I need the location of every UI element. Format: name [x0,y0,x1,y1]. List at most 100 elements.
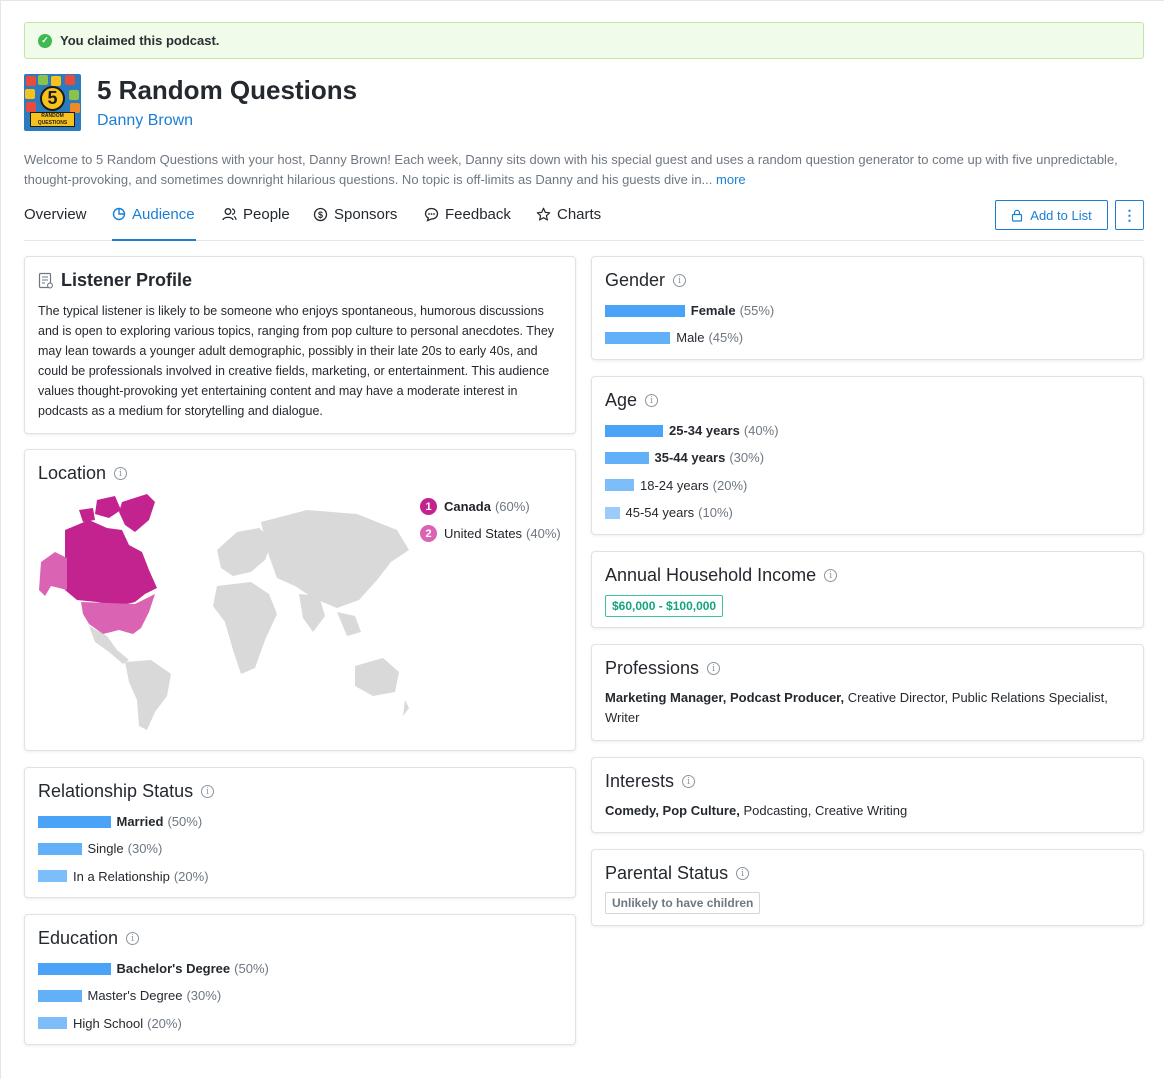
distribution-row: High School (20%) [38,1010,269,1037]
relationship-rows: Married (50%) Single (30%) In a Relationship… [38,808,209,890]
info-icon[interactable]: i [707,662,721,675]
map-australia [355,658,399,696]
tab-overview[interactable]: Overview [24,198,87,241]
map-alaska [39,552,67,596]
info-icon[interactable]: i [645,394,659,407]
claimed-banner-text: You claimed this podcast. [60,33,220,48]
location-item: 2 United States (40%) [420,520,561,547]
interests-card: Interests i Comedy, Pop Culture, Podcast… [591,757,1144,833]
cover-number: 5 [40,86,65,111]
distribution-bar [38,842,82,855]
podcast-title: 5 Random Questions [97,75,358,105]
distribution-bar [605,331,671,344]
rank-badge: 1 [420,498,437,515]
distribution-bar [38,1017,67,1030]
location-percent: (60%) [494,499,530,514]
distribution-bar [38,870,67,883]
tab-label: Overview [24,206,87,223]
tab-people[interactable]: People [222,198,290,241]
info-icon[interactable]: i [682,775,696,788]
relationship-card: Relationship Status i Married (50%) Single… [24,767,576,898]
distribution-percent: (50%) [234,961,269,977]
interests-rest: Podcasting, Creative Writing [739,803,908,818]
distribution-bar [605,304,685,317]
distribution-percent: (55%) [739,303,775,319]
info-icon[interactable]: i [824,569,838,582]
professions-title: Professions [605,658,700,678]
host-link[interactable]: Danny Brown [97,112,193,130]
tab-audience[interactable]: Audience [112,198,196,241]
listener-profile-text: The typical listener is likely to be som… [38,304,555,418]
map-asia [261,510,409,608]
tab-charts[interactable]: Charts [536,198,601,241]
card-title: Annual Household Income i [605,565,838,586]
age-title: Age [605,390,638,410]
map-south-america [125,660,171,730]
world-map [39,494,409,730]
info-icon[interactable]: i [114,467,128,480]
professions-top: Marketing Manager, Podcast Producer, [605,690,845,705]
card-title: Age i [605,390,659,411]
distribution-bar [605,506,620,519]
info-icon[interactable]: i [736,867,750,880]
location-legend: 1 Canada (60%) 2 United States (40%) [420,493,561,547]
tab-sponsors[interactable]: $ Sponsors [313,198,397,241]
tab-feedback[interactable]: Feedback [424,198,511,241]
more-link[interactable]: more [716,172,746,187]
interests-title: Interests [605,771,675,791]
add-to-list-button[interactable]: Add to List [995,200,1108,230]
card-title: Listener Profile [38,270,192,291]
info-icon[interactable]: i [126,932,140,945]
distribution-row: Male (45%) [605,324,774,351]
distribution-percent: (40%) [743,423,779,439]
distribution-percent: (10%) [698,505,733,521]
distribution-bar [605,479,634,492]
lock-icon [1012,209,1023,222]
relationship-title: Relationship Status [38,781,194,801]
gender-title: Gender [605,270,666,290]
parental-badge: Unlikely to have children [605,892,761,914]
more-options-button[interactable]: ⋮ [1115,200,1144,230]
distribution-label: 45-54 years [625,505,695,521]
distribution-row: 25-34 years (40%) [605,417,779,444]
distribution-row: 45-54 years (10%) [605,499,779,526]
tab-bar: Overview Audience People $ Sponsors Feed… [24,198,1144,241]
distribution-bar [38,815,111,828]
distribution-percent: (45%) [708,330,744,346]
dollar-icon: $ [313,207,328,222]
people-icon [222,208,237,221]
education-rows: Bachelor's Degree (50%) Master's Degree (30… [38,955,269,1037]
professions-text: Marketing Manager, Podcast Producer, Cre… [605,688,1130,728]
distribution-percent: (50%) [167,814,203,830]
location-title: Location [38,463,107,483]
distribution-row: Single (30%) [38,835,209,862]
distribution-percent: (30%) [127,841,163,857]
distribution-row: Master's Degree (30%) [38,982,269,1009]
distribution-row: 35-44 years (30%) [605,444,779,471]
add-to-list-label: Add to List [1030,207,1092,223]
interests-text: Comedy, Pop Culture, Podcasting, Creativ… [605,801,1130,821]
location-name: United States [444,526,523,541]
distribution-bar [38,962,111,975]
distribution-bar [605,424,663,437]
podcast-description: Welcome to 5 Random Questions with your … [24,150,1144,190]
income-badge: $60,000 - $100,000 [605,595,724,617]
distribution-percent: (20%) [147,1015,182,1031]
location-item: 1 Canada (60%) [420,493,561,520]
distribution-percent: (20%) [173,868,209,884]
distribution-percent: (30%) [729,450,765,466]
interests-top: Comedy, Pop Culture, [605,803,740,818]
distribution-label: Bachelor's Degree [116,961,231,977]
location-name: Canada [444,499,491,514]
listener-profile-title: Listener Profile [61,270,193,290]
card-title: Relationship Status i [38,781,215,802]
info-icon[interactable]: i [201,785,215,798]
gender-rows: Female (55%) Male (45%) [605,297,774,352]
card-title: Gender i [605,270,687,291]
card-title: Parental Status i [605,863,750,884]
info-icon[interactable]: i [673,274,687,287]
age-rows: 25-34 years (40%) 35-44 years (30%) 18-24 ye… [605,417,779,526]
map-canada-islands [79,496,121,522]
age-card: Age i 25-34 years (40%) 35-44 years (30%) 18… [591,376,1144,535]
chat-icon [424,207,439,222]
